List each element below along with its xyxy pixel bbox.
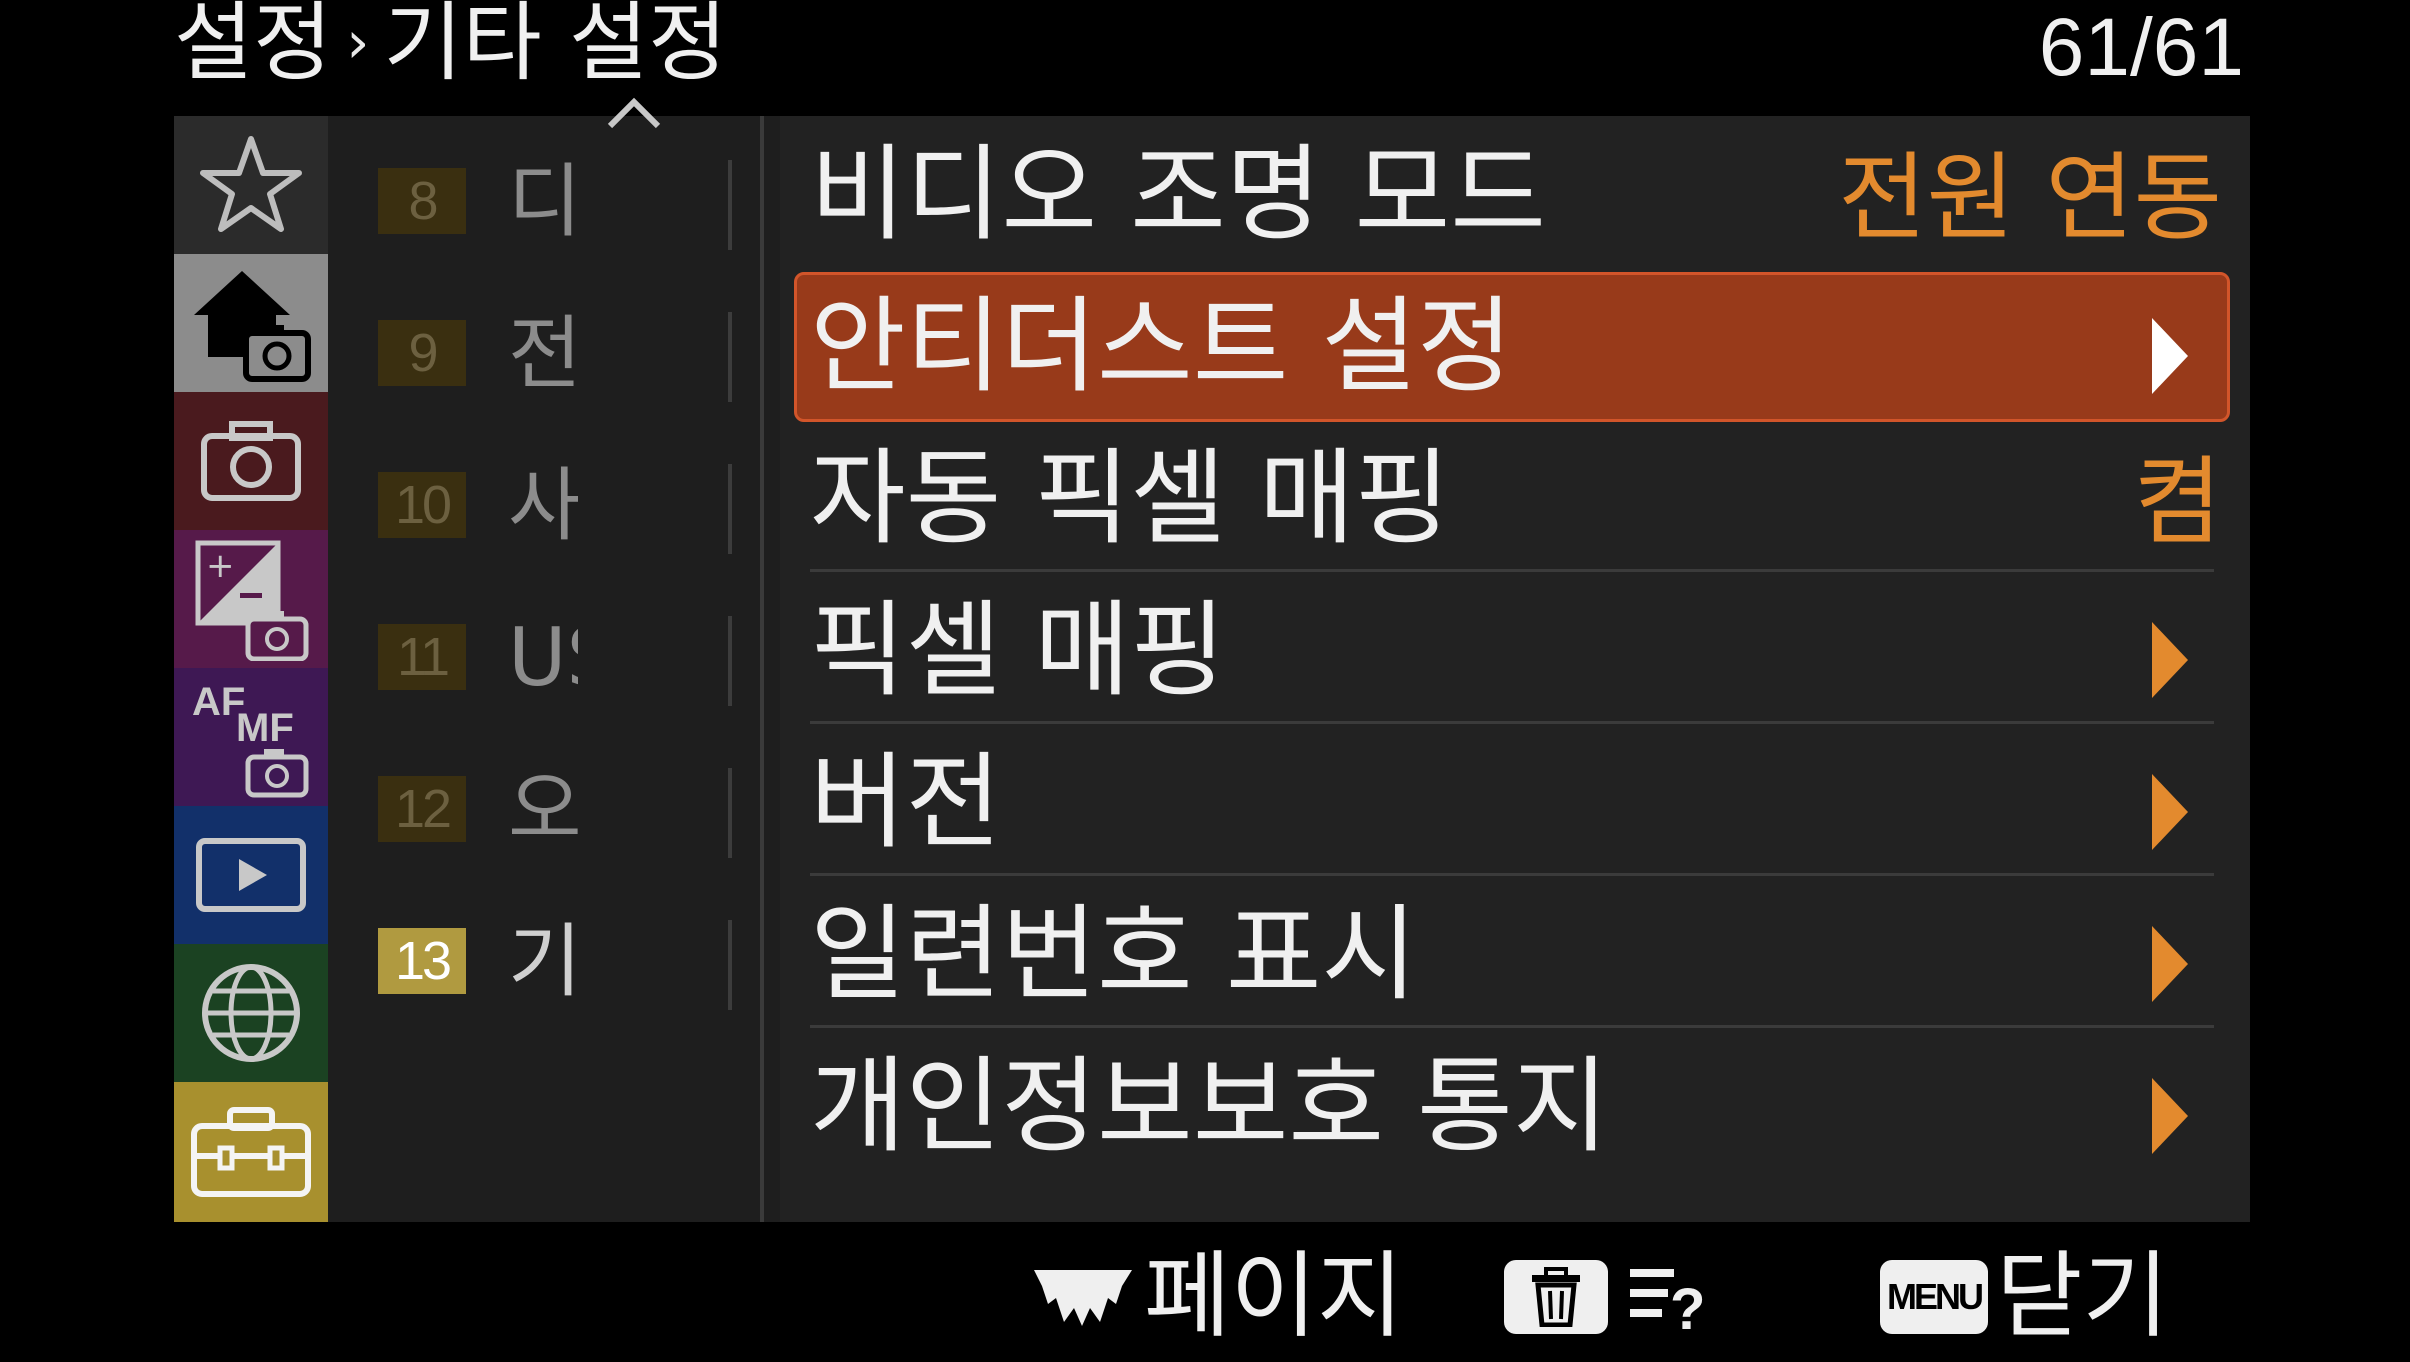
page-label-active: 기 (508, 920, 578, 1004)
chevron-right-icon (2152, 1078, 2188, 1154)
exposure-camera-icon: + (195, 540, 309, 661)
page-number-active: 13 (378, 928, 466, 994)
play-icon (196, 838, 306, 912)
tab-playback[interactable] (174, 806, 328, 944)
category-tabs: + AF MF (174, 116, 328, 1222)
tab-setup[interactable] (174, 1082, 328, 1222)
page-label: 사 (508, 464, 578, 548)
menu-items: 비디오 조명 모드 전원 연동 안티더스트 설정 자동 픽셀 매핑 켬 픽셀 매… (786, 116, 2238, 1222)
menu-key-label: MENU (1887, 1276, 1984, 1317)
breadcrumb-section: 설정 (174, 0, 333, 93)
page-number: 9 (378, 320, 466, 386)
home-camera-icon (194, 271, 311, 382)
page-label: 오 (508, 768, 578, 852)
menu-item-label: 버전 (810, 741, 1002, 863)
page-label: 전 (508, 312, 578, 396)
page-item-8[interactable]: 8 디 (328, 116, 780, 268)
menu-item-label: 비디오 조명 모드 (810, 133, 1546, 255)
page-separator (728, 768, 732, 858)
camera-icon (201, 421, 301, 501)
menu-item-value: 전원 연동 (1838, 142, 2222, 254)
page-item-9[interactable]: 9 전 (328, 268, 780, 420)
tab-main[interactable] (174, 254, 328, 392)
help-icon: ? (1630, 1269, 1705, 1335)
column-divider (760, 116, 764, 1222)
toolbox-icon (191, 1107, 311, 1197)
page-separator (728, 160, 732, 250)
menu-item-value: 켬 (2133, 446, 2222, 558)
page-item-11[interactable]: 11 US (328, 572, 780, 724)
globe-icon (202, 964, 300, 1062)
page-item-10[interactable]: 10 사 (328, 420, 780, 572)
menu-item-label: 픽셀 매핑 (810, 589, 1226, 711)
menu-item-label: 자동 픽셀 매핑 (810, 437, 1451, 559)
page-separator (728, 312, 732, 402)
menu-panel: + AF MF 8 디 9 전 10 사 11 U 12 오 13 기 비디오 … (174, 97, 2250, 1222)
af-mf-camera-icon: AF MF (192, 680, 309, 798)
menu-item-label: 일련번호 표시 (810, 893, 1418, 1015)
close-hint[interactable]: MENU 닫기 (1880, 1242, 2169, 1352)
page-hint-label: 페이지 (1144, 1242, 1404, 1351)
page-separator (728, 616, 732, 706)
page-item-12[interactable]: 12 오 (328, 724, 780, 876)
close-label: 닫기 (1996, 1242, 2169, 1351)
menu-item-label: 안티더스트 설정 (810, 285, 1513, 407)
menu-item-pixel-mapping[interactable]: 픽셀 매핑 (786, 572, 2238, 724)
tab-focus[interactable]: AF MF (174, 668, 328, 806)
trash-icon (1532, 1267, 1580, 1327)
svg-text:?: ? (1670, 1277, 1705, 1335)
page-separator (728, 920, 732, 1010)
tab-exposure[interactable]: + (174, 530, 328, 668)
menu-key: MENU (1880, 1260, 1988, 1334)
page-number: 10 (378, 472, 466, 538)
page-counter: 61/61 (2038, 2, 2244, 93)
trash-key (1504, 1260, 1608, 1334)
svg-text:+: + (206, 546, 235, 586)
menu-item-serial-number[interactable]: 일련번호 표시 (786, 876, 2238, 1028)
page-label: US (508, 616, 578, 700)
page-hint[interactable]: 페이지 (1030, 1242, 1403, 1352)
chevron-right-icon (2152, 622, 2188, 698)
breadcrumb-subsection: 기타 설정 (383, 0, 728, 93)
footer-bar: 페이지 ? MENU 닫기 (0, 1222, 2410, 1362)
delete-help-hint[interactable]: ? (1504, 1242, 1712, 1352)
camera-menu-screen: 설정 › 기타 설정 61/61 + AF MF 8 디 9 전 10 사 11… (0, 0, 2410, 1362)
menu-item-privacy-notice[interactable]: 개인정보보호 통지 (786, 1028, 2238, 1180)
breadcrumb: 설정 › 기타 설정 (174, 0, 728, 93)
menu-item-anti-dust[interactable]: 안티더스트 설정 (786, 268, 2238, 422)
menu-item-auto-pixel-mapping[interactable]: 자동 픽셀 매핑 켬 (786, 420, 2238, 572)
tab-shooting[interactable] (174, 392, 328, 530)
tab-favorites[interactable] (174, 116, 328, 254)
chevron-right-icon (2152, 774, 2188, 850)
star-icon (200, 136, 302, 232)
menu-item-video-light-mode[interactable]: 비디오 조명 모드 전원 연동 (786, 116, 2238, 268)
menu-item-label: 개인정보보호 통지 (810, 1045, 1609, 1167)
chevron-right-icon (2152, 926, 2188, 1002)
svg-text:MF: MF (236, 706, 294, 750)
chevron-right-icon (2152, 318, 2188, 394)
page-separator (728, 464, 732, 554)
page-list: 8 디 9 전 10 사 11 US 12 오 (328, 97, 780, 1222)
page-number: 11 (378, 624, 466, 690)
page-number: 12 (378, 776, 466, 842)
breadcrumb-separator: › (346, 8, 370, 76)
control-wheel-icon (1034, 1270, 1132, 1326)
menu-item-version[interactable]: 버전 (786, 724, 2238, 876)
tab-network[interactable] (174, 944, 328, 1082)
page-label: 디 (508, 160, 578, 244)
page-number: 8 (378, 168, 466, 234)
page-item-13[interactable]: 13 기 (328, 876, 780, 1028)
